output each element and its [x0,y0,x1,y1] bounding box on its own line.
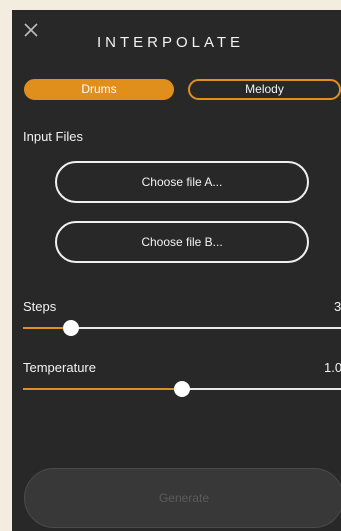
choose-file-b-button[interactable]: Choose file B... [55,221,309,263]
temperature-slider[interactable] [23,381,341,397]
steps-value: 3 [334,299,341,314]
steps-label: Steps [23,299,57,314]
temperature-value: 1.0 [324,360,341,375]
generate-button[interactable]: Generate [24,468,341,528]
tab-drums[interactable]: Drums [24,79,174,100]
temperature-label: Temperature [23,360,96,375]
page-title: INTERPOLATE [96,34,245,51]
tab-melody[interactable]: Melody [188,79,341,100]
input-files-label: Input Files [23,129,83,144]
steps-slider-thumb[interactable] [63,320,79,336]
temperature-slider-fill [23,388,182,390]
steps-slider[interactable] [23,320,341,336]
interpolate-panel: INTERPOLATE Drums Melody Input Files Cho… [12,10,341,531]
choose-file-a-button[interactable]: Choose file A... [55,161,309,203]
temperature-slider-thumb[interactable] [174,381,190,397]
